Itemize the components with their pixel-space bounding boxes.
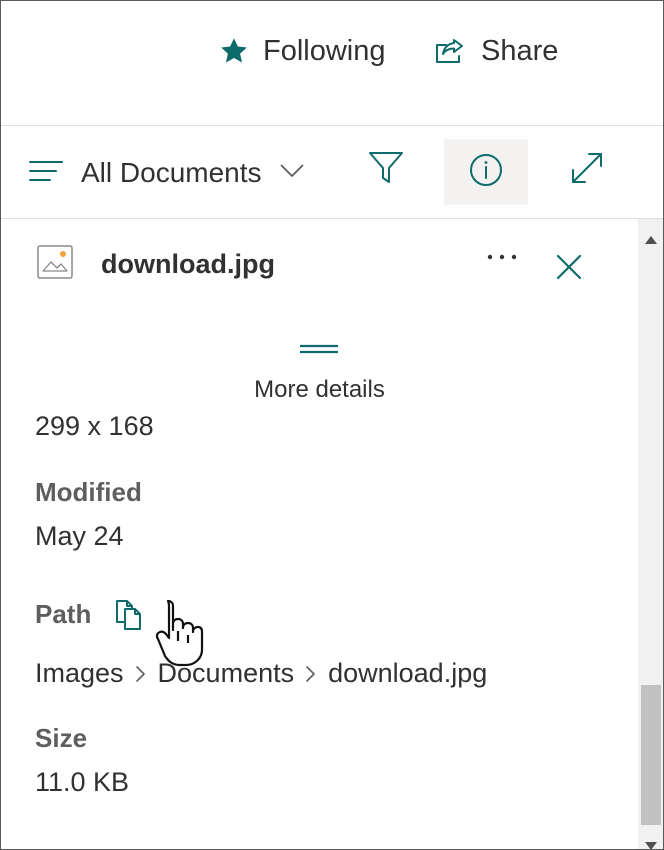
dimensions-value: 299 x 168 bbox=[35, 411, 154, 441]
close-button[interactable] bbox=[549, 247, 589, 287]
path-breadcrumb: Images Documents download.jpg bbox=[35, 658, 487, 689]
modified-value: May 24 bbox=[35, 521, 124, 551]
info-icon bbox=[469, 153, 503, 192]
copy-icon bbox=[113, 600, 147, 635]
breadcrumb-documents[interactable]: Documents bbox=[158, 658, 295, 689]
image-file-icon bbox=[37, 245, 73, 284]
scroll-down-icon[interactable] bbox=[645, 837, 657, 849]
view-bar: All Documents bbox=[1, 125, 663, 218]
expand-icon bbox=[569, 150, 605, 191]
breadcrumb-images[interactable]: Images bbox=[35, 658, 124, 689]
list-lines-icon bbox=[29, 160, 63, 187]
star-icon bbox=[219, 36, 249, 66]
chevron-down-icon bbox=[280, 164, 304, 183]
more-details-label: More details bbox=[254, 376, 385, 403]
info-button[interactable] bbox=[444, 139, 528, 205]
size-label: Size bbox=[35, 723, 88, 753]
close-icon bbox=[549, 254, 589, 291]
resize-grip[interactable] bbox=[300, 341, 338, 354]
scrollbar-thumb[interactable] bbox=[641, 685, 661, 825]
breadcrumb-file[interactable]: download.jpg bbox=[328, 658, 487, 689]
following-label: Following bbox=[263, 34, 386, 67]
filter-icon bbox=[368, 151, 404, 190]
view-label: All Documents bbox=[81, 157, 262, 188]
more-dots-icon bbox=[477, 254, 527, 279]
share-icon bbox=[433, 36, 467, 66]
share-button[interactable]: Share bbox=[433, 31, 558, 71]
chevron-right-icon bbox=[305, 665, 317, 683]
command-bar: Following Share bbox=[1, 1, 663, 125]
size-value: 11.0 KB bbox=[35, 767, 130, 797]
filter-button[interactable] bbox=[353, 137, 419, 203]
share-label: Share bbox=[481, 34, 559, 67]
scroll-up-icon[interactable] bbox=[645, 231, 657, 249]
modified-label: Modified bbox=[35, 477, 142, 507]
path-label: Path bbox=[35, 599, 92, 629]
file-name: download.jpg bbox=[101, 249, 275, 279]
view-selector[interactable]: All Documents bbox=[29, 153, 304, 193]
following-button[interactable]: Following bbox=[219, 31, 386, 71]
details-window: Following Share All Documents download.j… bbox=[0, 0, 664, 850]
expand-button[interactable] bbox=[554, 137, 620, 203]
copy-path-button[interactable] bbox=[113, 597, 147, 636]
more-options-button[interactable] bbox=[477, 239, 527, 275]
chevron-right-icon bbox=[135, 665, 147, 683]
